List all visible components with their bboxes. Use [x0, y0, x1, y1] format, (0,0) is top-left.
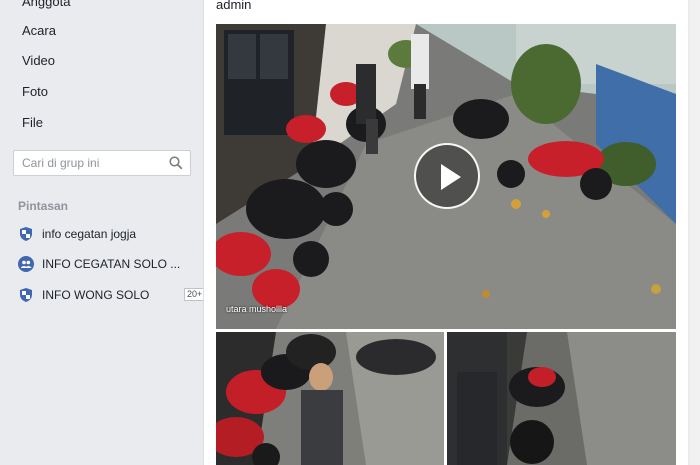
shortcut-label: info cegatan jogja — [42, 227, 137, 241]
play-button[interactable] — [414, 143, 480, 209]
shortcut-label: INFO WONG SOLO — [42, 288, 150, 302]
group-search-input[interactable] — [22, 154, 167, 172]
shortcut-item-2[interactable]: INFO CEGATAN SOLO ... — [18, 256, 194, 274]
video-overlay-text: utara mushollla — [226, 304, 288, 314]
nav-item-photos[interactable]: Foto — [22, 84, 48, 100]
group-shield-icon — [18, 226, 34, 242]
page-scrollbar[interactable] — [690, 0, 700, 465]
left-sidebar: Anggota Acara Video Foto File Pintasan i… — [0, 0, 206, 465]
play-icon — [441, 164, 461, 190]
nav-item-members[interactable]: Anggota — [22, 0, 70, 10]
photo-thumbnail-right[interactable] — [447, 332, 676, 465]
group-people-icon — [18, 256, 34, 272]
shortcut-label: INFO CEGATAN SOLO ... — [42, 257, 181, 271]
nav-item-files[interactable]: File — [22, 115, 43, 131]
nav-item-events[interactable]: Acara — [22, 23, 56, 39]
shortcut-item-3[interactable]: INFO WONG SOLO 20+ — [18, 287, 206, 305]
post-content: admin utara mushollla — [203, 0, 688, 465]
shortcuts-heading: Pintasan — [18, 199, 69, 213]
nav-item-videos[interactable]: Video — [22, 53, 55, 69]
video-player[interactable]: utara mushollla — [216, 24, 676, 329]
photo-image — [447, 332, 676, 465]
group-shield-icon — [18, 287, 34, 303]
group-search-box — [13, 150, 191, 176]
author-role: admin — [216, 0, 252, 12]
photo-image — [216, 332, 444, 465]
shortcut-item-1[interactable]: info cegatan jogja — [18, 226, 194, 244]
photo-thumbnail-left[interactable] — [216, 332, 444, 465]
search-icon[interactable] — [169, 156, 183, 175]
